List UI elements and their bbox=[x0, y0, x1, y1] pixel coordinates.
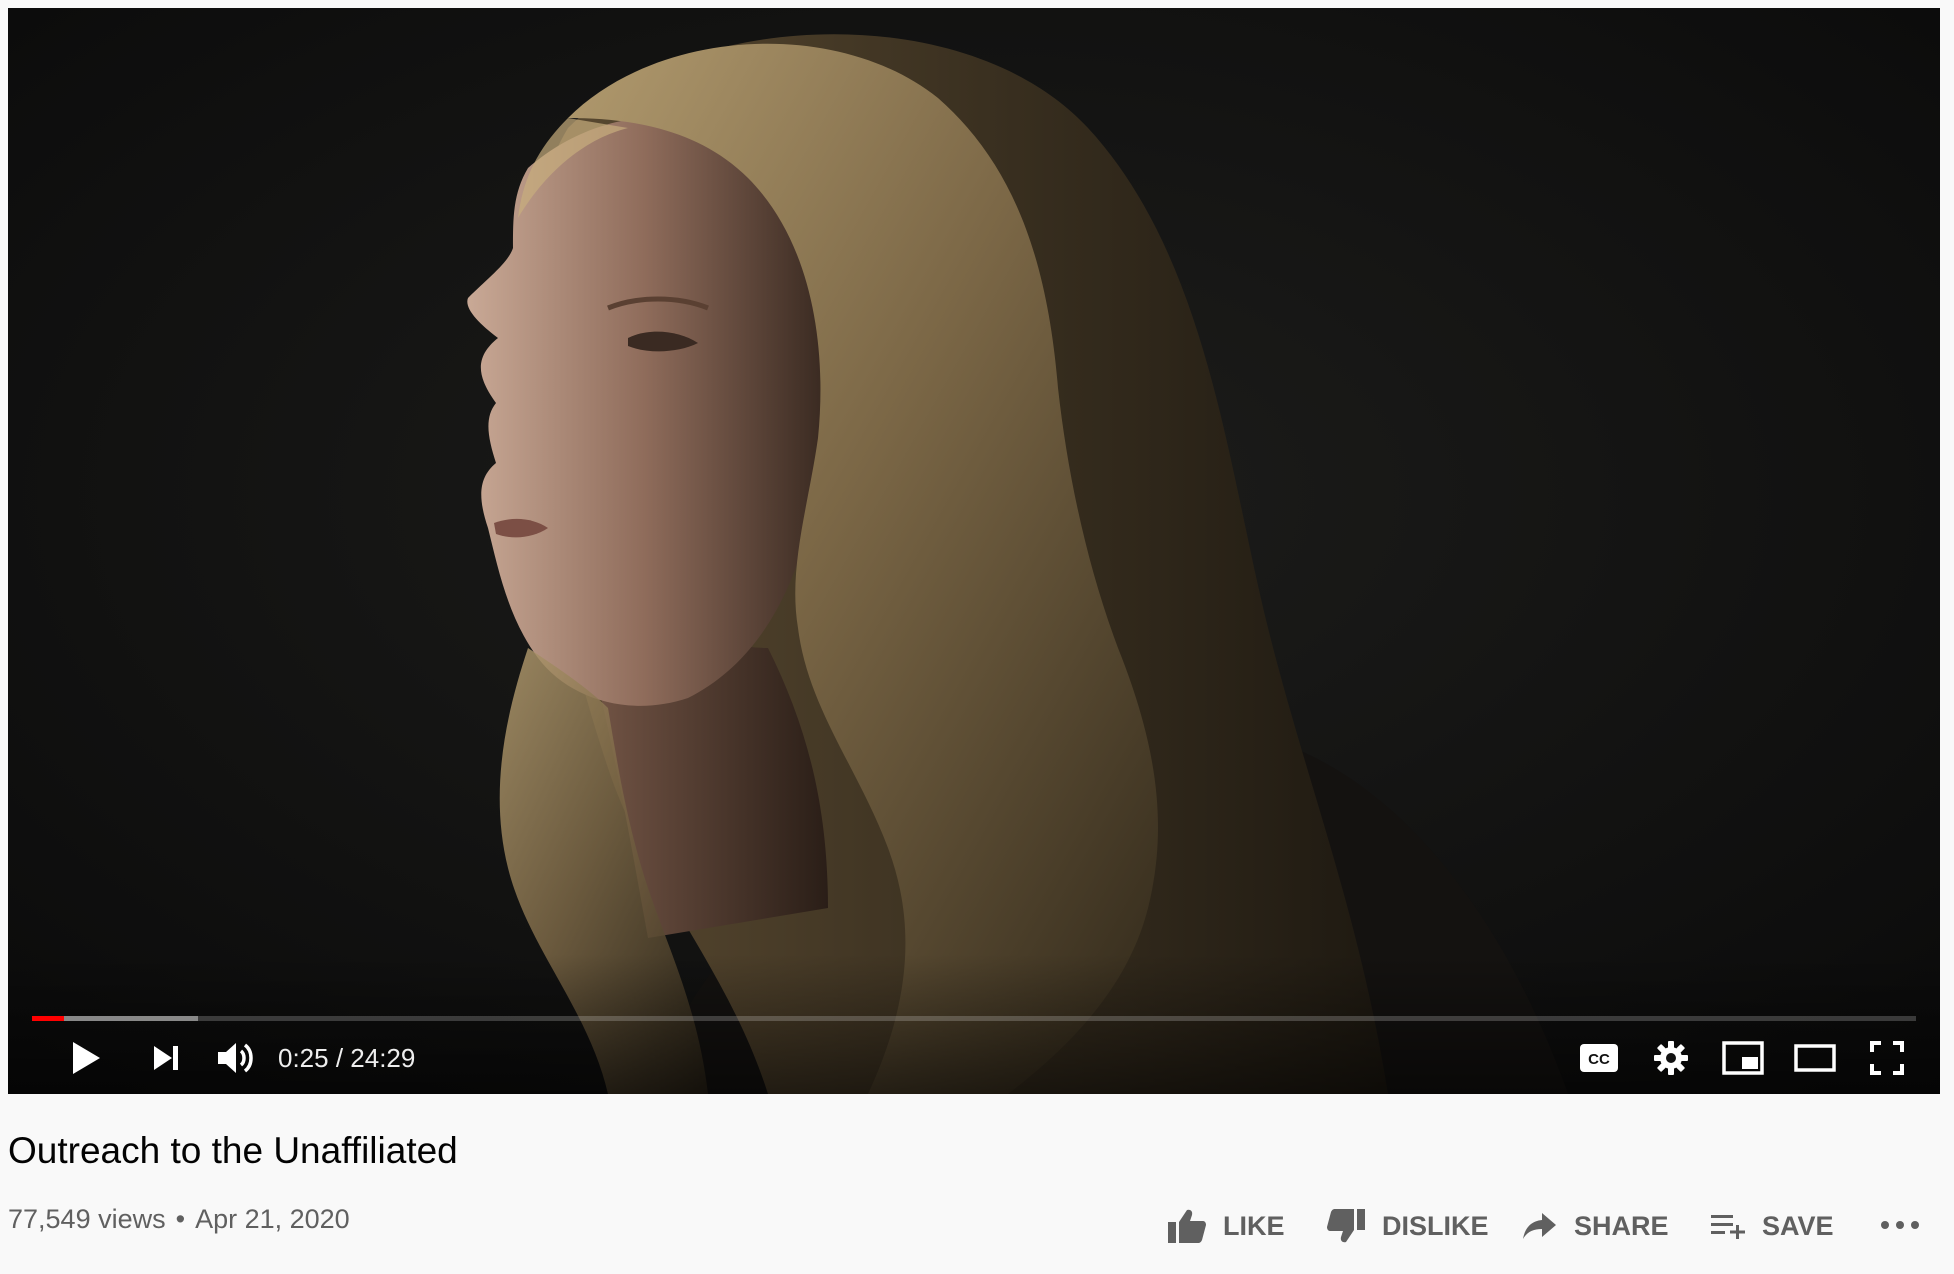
theater-mode-button[interactable] bbox=[1785, 1028, 1845, 1088]
time-separator: / bbox=[328, 1042, 351, 1073]
video-metadata: 77,549 views • Apr 21, 2020 bbox=[8, 1204, 350, 1235]
more-horizontal-icon bbox=[1880, 1217, 1920, 1235]
settings-button[interactable] bbox=[1641, 1028, 1701, 1088]
duration: 24:29 bbox=[350, 1042, 416, 1073]
volume-icon bbox=[216, 1040, 256, 1076]
share-arrow-icon bbox=[1522, 1211, 1558, 1241]
time-display: 0:25 / 24:29 bbox=[278, 1028, 415, 1088]
meta-separator: • bbox=[175, 1204, 186, 1234]
current-time: 0:25 bbox=[278, 1042, 329, 1073]
play-button[interactable] bbox=[56, 1028, 116, 1088]
next-button[interactable] bbox=[136, 1028, 196, 1088]
like-label: LIKE bbox=[1223, 1210, 1285, 1241]
closed-captions-icon: CC bbox=[1579, 1043, 1619, 1073]
upload-date: Apr 21, 2020 bbox=[195, 1204, 350, 1234]
play-icon bbox=[71, 1041, 101, 1075]
next-icon bbox=[152, 1044, 180, 1072]
volume-button[interactable] bbox=[206, 1028, 266, 1088]
share-button[interactable]: SHARE bbox=[1522, 1198, 1669, 1254]
video-still-image bbox=[8, 8, 1940, 1094]
dislike-button[interactable]: DISLIKE bbox=[1326, 1198, 1489, 1254]
thumbs-up-icon bbox=[1167, 1208, 1207, 1244]
watch-page: 0:25 / 24:29 CC Outreach to the Unaffili… bbox=[0, 0, 1954, 1274]
theater-mode-icon bbox=[1794, 1044, 1836, 1072]
progress-bar[interactable] bbox=[32, 1016, 1916, 1021]
progress-played bbox=[32, 1016, 65, 1021]
more-actions-button[interactable] bbox=[1870, 1198, 1930, 1254]
player-controls: 0:25 / 24:29 CC bbox=[8, 1028, 1940, 1088]
share-label: SHARE bbox=[1574, 1210, 1669, 1241]
save-button[interactable]: SAVE bbox=[1710, 1198, 1834, 1254]
fullscreen-button[interactable] bbox=[1857, 1028, 1917, 1088]
video-player[interactable]: 0:25 / 24:29 CC bbox=[8, 8, 1940, 1094]
video-frame[interactable] bbox=[8, 8, 1940, 1094]
miniplayer-icon bbox=[1722, 1041, 1764, 1075]
view-count: 77,549 views bbox=[8, 1204, 166, 1234]
svg-text:CC: CC bbox=[1588, 1051, 1610, 1068]
video-actions: LIKE DISLIKE SHARE SAVE bbox=[1160, 1198, 1954, 1254]
dislike-label: DISLIKE bbox=[1382, 1210, 1489, 1241]
gear-icon bbox=[1653, 1040, 1689, 1076]
save-label: SAVE bbox=[1762, 1210, 1834, 1241]
video-title: Outreach to the Unaffiliated bbox=[8, 1130, 458, 1171]
progress-track bbox=[32, 1016, 1916, 1021]
thumbs-down-icon bbox=[1326, 1208, 1366, 1244]
like-button[interactable]: LIKE bbox=[1167, 1198, 1285, 1254]
miniplayer-button[interactable] bbox=[1713, 1028, 1773, 1088]
add-to-playlist-icon bbox=[1710, 1211, 1746, 1241]
subtitles-button[interactable]: CC bbox=[1569, 1028, 1629, 1088]
fullscreen-icon bbox=[1870, 1041, 1904, 1075]
